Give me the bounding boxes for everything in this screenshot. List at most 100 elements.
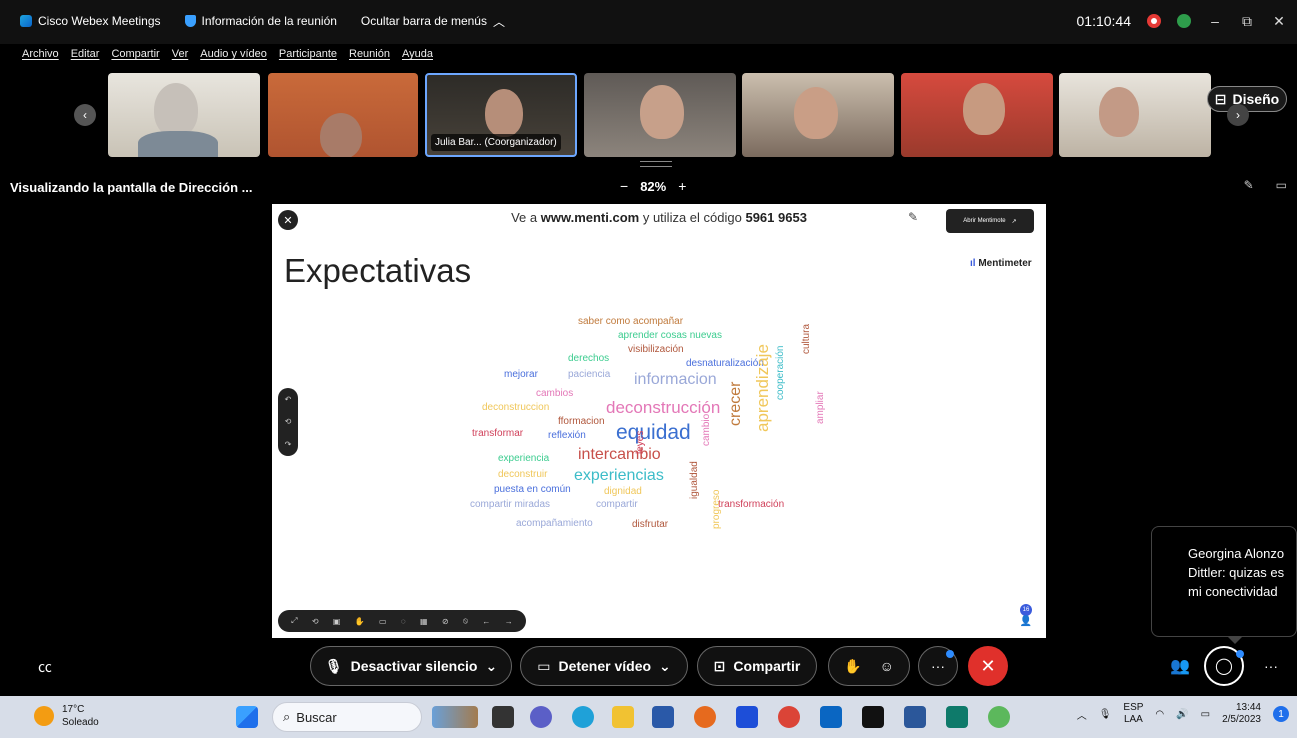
strip-next-button[interactable]: › (1227, 104, 1249, 126)
widgets-icon[interactable] (432, 706, 478, 728)
language-indicator[interactable]: ESP LAA (1123, 702, 1143, 726)
word-cloud-word: compartir (596, 499, 638, 510)
chat-toast[interactable]: Georgina Alonzo Dittler: quizas es mi co… (1151, 526, 1297, 637)
chevron-down-icon[interactable]: ⌄ (659, 658, 671, 675)
participant-tile-active[interactable]: Julia Bar... (Coorganizador) (425, 73, 577, 157)
chevron-up-icon: ︿ (492, 14, 505, 29)
recording-icon[interactable] (1147, 14, 1161, 28)
hand-icon[interactable]: ✋ (355, 617, 365, 626)
task-view-icon[interactable] (492, 706, 514, 728)
reset-icon[interactable]: ⟲ (285, 417, 292, 426)
zoom-in-button[interactable]: + (678, 178, 686, 194)
volume-icon[interactable]: 🔊 (1176, 709, 1188, 720)
participant-silhouette (320, 113, 362, 157)
restore-button[interactable]: ⧉ (1239, 13, 1255, 29)
participant-tile-7[interactable] (1059, 73, 1211, 157)
back-icon[interactable]: ← (482, 617, 490, 626)
participant-body (138, 131, 218, 157)
notification-badge[interactable]: 1 (1273, 706, 1289, 722)
video-button[interactable]: ▭ Detener vídeo ⌄ (520, 646, 688, 686)
menu-editar[interactable]: Editar (71, 48, 100, 66)
forward-icon[interactable]: → (505, 617, 513, 626)
remote-control-icon[interactable]: ▭ (1276, 178, 1287, 192)
clock[interactable]: 13:44 2/5/2023 (1222, 702, 1261, 726)
open-mentimote-button[interactable]: Abrir Mentimote ↗ (946, 209, 1034, 233)
menu-compartir[interactable]: Compartir (111, 48, 159, 66)
weather-widget[interactable]: 17°C Soleado (62, 704, 99, 729)
menu-audio-video[interactable]: Audio y vídeo (200, 48, 267, 66)
annotate-icon[interactable]: ✎ (1244, 178, 1254, 192)
participant-tile-5[interactable] (742, 73, 894, 157)
word-cloud-word: aprender cosas nuevas (618, 330, 722, 341)
dropbox-icon[interactable] (736, 706, 758, 728)
participant-tile-4[interactable] (584, 73, 736, 157)
wifi-icon[interactable]: ◠ (1155, 709, 1164, 720)
close-window-button[interactable]: ✕ (1271, 13, 1287, 29)
mic-muted-icon[interactable]: 🎙 (1099, 709, 1112, 720)
title-bar-left: Cisco Webex Meetings Información de la r… (20, 10, 505, 32)
battery-icon[interactable]: ▭ (1201, 709, 1210, 720)
app-title: Cisco Webex Meetings (20, 14, 161, 28)
start-icon[interactable] (236, 706, 258, 728)
firefox-icon[interactable] (694, 706, 716, 728)
minimize-button[interactable]: – (1207, 13, 1223, 29)
participants-panel-button[interactable]: 👥 (1160, 646, 1200, 686)
hide-menu-button[interactable]: Ocultar barra de menús ︿ (361, 13, 505, 30)
qr-icon[interactable]: ▣ (333, 617, 341, 626)
block-icon[interactable]: ⦸ (463, 616, 468, 626)
raise-hand-icon[interactable]: ✋ (844, 658, 861, 675)
participant-tile-2[interactable] (268, 73, 418, 157)
refresh-icon[interactable]: ⟲ (312, 617, 319, 626)
share-icon: ⊡ (713, 657, 726, 674)
photos-icon[interactable] (988, 706, 1010, 728)
hide-icon[interactable]: ⊘ (442, 617, 449, 626)
taskbar-search[interactable]: ⌕ Buscar (272, 702, 422, 732)
edge-icon[interactable] (572, 706, 594, 728)
word-icon[interactable] (904, 706, 926, 728)
windows-taskbar: 17°C Soleado ⌕ Buscar ︿ 🎙 ESP LAA ◠ 🔊 ▭ … (0, 696, 1297, 738)
participant-silhouette (1099, 87, 1139, 137)
webex-taskbar-icon[interactable] (946, 706, 968, 728)
pen-icon[interactable]: ✎ (908, 210, 918, 224)
menu-archivo[interactable]: Archivo (22, 48, 59, 66)
zoom-out-button[interactable]: − (620, 178, 628, 194)
share-button[interactable]: ⊡ Compartir (697, 646, 817, 686)
strip-prev-button[interactable]: ‹ (74, 104, 96, 126)
netflix-icon[interactable] (862, 706, 884, 728)
mute-button[interactable]: 🎙 Desactivar silencio ⌄ (310, 646, 512, 686)
hide-menu-label: Ocultar barra de menús (360, 14, 487, 28)
store-icon[interactable] (652, 706, 674, 728)
chevron-up-icon[interactable]: ︿ (1077, 707, 1087, 722)
participant-counter: 16 👤 (1016, 604, 1036, 632)
mail-icon[interactable] (820, 706, 842, 728)
fullscreen-icon[interactable]: ⤢ (291, 616, 297, 626)
chevron-down-icon[interactable]: ⌄ (485, 658, 497, 675)
word-cloud-word: crecer (727, 381, 744, 426)
undo-icon[interactable]: ↶ (285, 395, 292, 404)
grid-icon[interactable]: ▦ (420, 617, 428, 626)
sun-icon[interactable] (34, 706, 54, 726)
teams-chat-icon[interactable] (530, 706, 552, 728)
word-cloud-word: intercambio (578, 446, 661, 463)
leave-meeting-button[interactable]: ✕ (968, 646, 1008, 686)
menu-participante[interactable]: Participante (279, 48, 337, 66)
meeting-info-button[interactable]: Información de la reunión (184, 14, 337, 28)
comment-icon[interactable]: ▭ (379, 617, 387, 626)
word-cloud-word: igualdad (689, 461, 700, 499)
panel-more-button[interactable]: ··· (1256, 646, 1286, 686)
participant-tile-1[interactable] (108, 73, 260, 157)
redo-icon[interactable]: ↷ (285, 440, 292, 449)
word-cloud-word: disfrutar (632, 519, 669, 530)
captions-button[interactable]: ㏄ (30, 652, 60, 682)
participant-tile-6[interactable] (901, 73, 1053, 157)
menu-ver[interactable]: Ver (172, 48, 189, 66)
chat-icon[interactable]: ◌ (401, 617, 406, 626)
chrome-icon[interactable] (778, 706, 800, 728)
menu-reunion[interactable]: Reunión (349, 48, 390, 66)
reactions-button[interactable]: ✋ ☺ (828, 646, 910, 686)
resize-grip-handle[interactable] (640, 161, 672, 167)
network-status-icon[interactable] (1177, 14, 1191, 28)
file-explorer-icon[interactable] (612, 706, 634, 728)
menu-ayuda[interactable]: Ayuda (402, 48, 433, 66)
emoji-icon[interactable]: ☺ (880, 658, 894, 674)
